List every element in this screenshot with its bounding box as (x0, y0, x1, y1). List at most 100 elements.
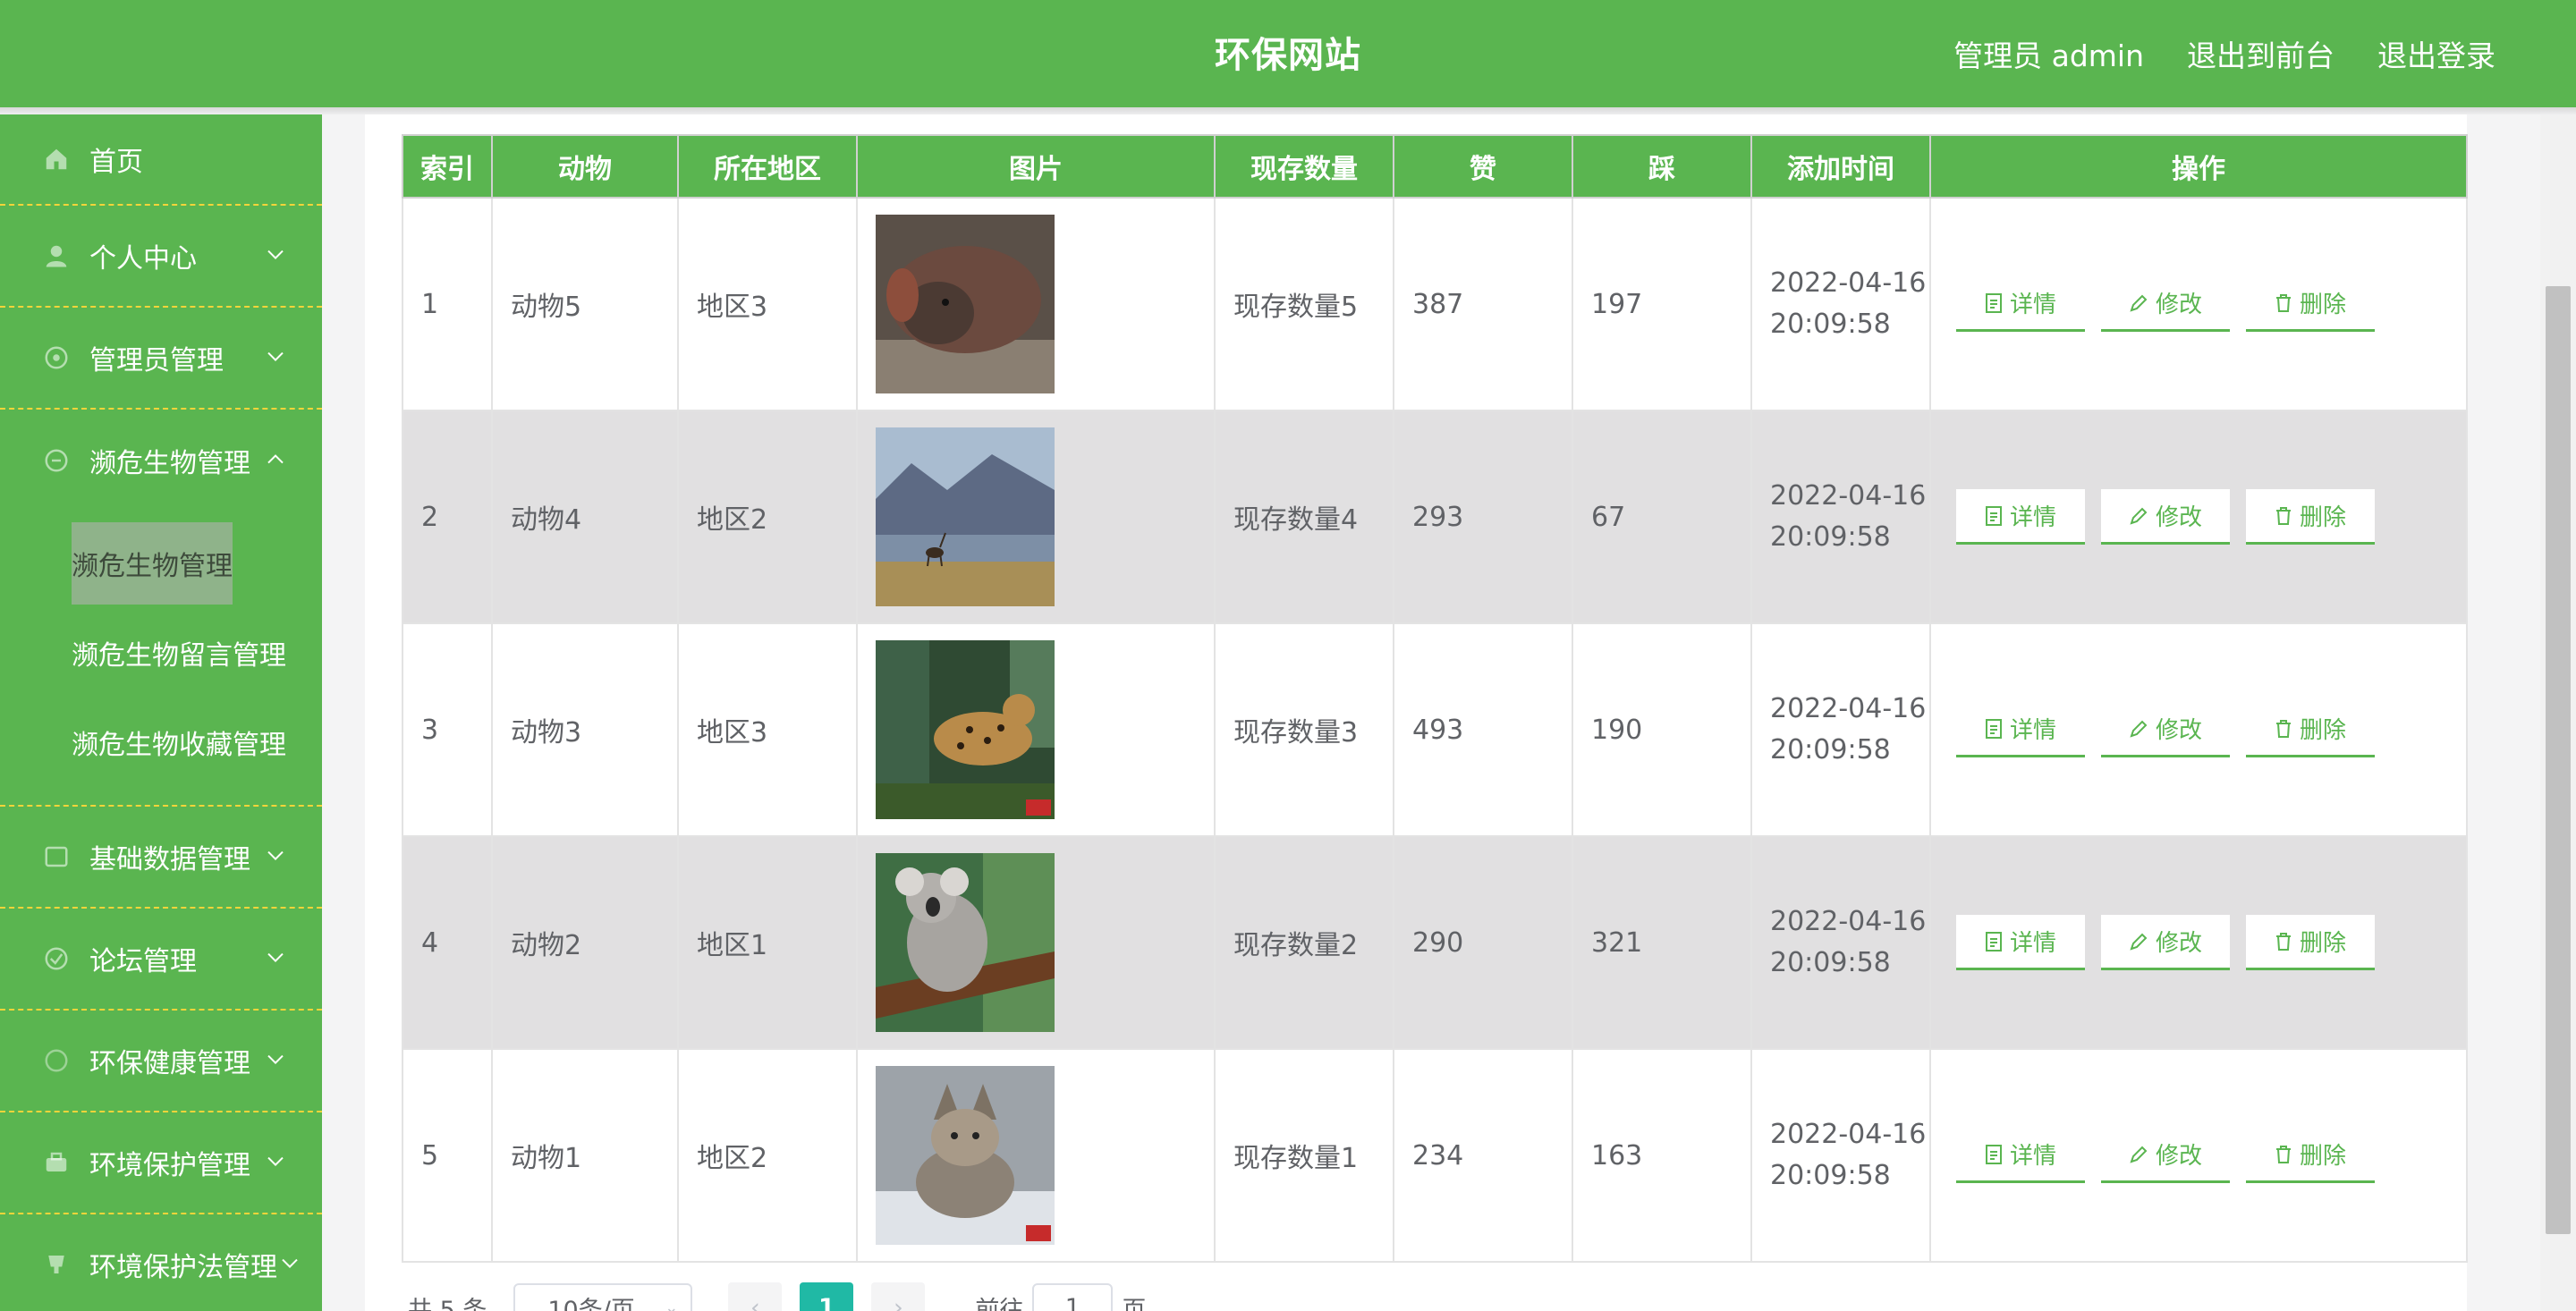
submenu-item-species-management[interactable]: 濒危生物管理 (0, 519, 322, 608)
sidebar-item-env-law[interactable]: 环境保护法管理 (0, 1214, 322, 1311)
submenu-item-species-favorites[interactable]: 濒危生物收藏管理 (0, 698, 322, 787)
actions-cell: 详情 修改 删除 (1929, 1048, 2468, 1263)
detail-button[interactable]: 详情 (1956, 1128, 2085, 1183)
pencil-icon (2129, 932, 2148, 952)
sidebar-item-admin-management[interactable]: 管理员管理 (0, 308, 322, 410)
index-cell: 1 (402, 197, 493, 411)
sidebar-item-forum[interactable]: 论坛管理 (0, 909, 322, 1011)
pagination-total: 共 5 条 (408, 1296, 487, 1311)
animal-cell: 动物4 (491, 410, 679, 624)
page-number-current[interactable]: 1 (800, 1282, 854, 1311)
antelope-photo[interactable] (876, 427, 1055, 606)
region-cell: 地区3 (677, 622, 858, 837)
top-header: 环保网站 管理员 admin 退出到前台 退出登录 (0, 0, 2576, 107)
prev-page-button[interactable]: ‹ (728, 1282, 783, 1311)
region-cell: 地区1 (677, 835, 858, 1050)
delete-button[interactable]: 删除 (2246, 1128, 2375, 1183)
table-row[interactable]: 5 动物1 地区2 现存数量1 234 163 2022-04-16 20:09… (402, 1048, 2468, 1263)
sidebar-item-label: 基础数据管理 (89, 844, 250, 875)
sidebar-item-env-protection[interactable]: 环境保护管理 (0, 1112, 322, 1214)
submenu-item-label: 濒危生物留言管理 (72, 640, 286, 672)
delete-button[interactable]: 删除 (2246, 702, 2375, 757)
added-time-cell: 2022-04-16 20:09:58 (1750, 197, 1931, 411)
logout-link[interactable]: 退出登录 (2377, 32, 2496, 75)
column-header[interactable]: 动物 (491, 134, 679, 199)
added-time: 20:09:58 (1770, 947, 1891, 978)
chevron-down-icon (267, 1155, 284, 1168)
delete-button[interactable]: 删除 (2246, 915, 2375, 970)
next-page-button[interactable]: › (871, 1282, 926, 1311)
forum-icon (41, 943, 72, 974)
delete-button[interactable]: 删除 (2246, 489, 2375, 545)
submenu-item-label: 濒危生物管理 (72, 522, 233, 605)
edit-button-label: 修改 (2155, 930, 2202, 957)
edit-button[interactable]: 修改 (2101, 702, 2230, 757)
rhino-photo[interactable] (876, 215, 1055, 393)
detail-button[interactable]: 详情 (1956, 276, 2085, 332)
detail-button-label: 详情 (2009, 292, 2056, 318)
index-cell: 2 (402, 410, 493, 624)
dislikes-cell: 321 (1572, 835, 1752, 1050)
sidebar-item-endangered-species[interactable]: 濒危生物管理 (0, 410, 322, 512)
likes-cell: 493 (1393, 622, 1573, 837)
animal-cell: 动物1 (491, 1048, 679, 1263)
sidebar-item-eco-health[interactable]: 环保健康管理 (0, 1011, 322, 1112)
page-size-select[interactable]: 10条/页 ⌄ (513, 1283, 693, 1311)
edit-button-label: 修改 (2155, 504, 2202, 531)
exit-to-front-link[interactable]: 退出到前台 (2187, 32, 2334, 75)
column-header[interactable]: 图片 (856, 134, 1216, 199)
column-header[interactable]: 添加时间 (1750, 134, 1931, 199)
pencil-icon (2129, 1145, 2148, 1164)
sidebar-item-basic-data[interactable]: 基础数据管理 (0, 807, 322, 909)
dislikes-cell: 197 (1572, 197, 1752, 411)
submenu-item-species-messages[interactable]: 濒危生物留言管理 (0, 608, 322, 698)
index-cell: 3 (402, 622, 493, 837)
sidebar-item-personal-center[interactable]: 个人中心 (0, 206, 322, 308)
edit-button[interactable]: 修改 (2101, 1128, 2230, 1183)
sidebar-item-label: 管理员管理 (89, 345, 224, 376)
table-row[interactable]: 1 动物5 地区3 现存数量5 387 197 2022-04-16 20:09… (402, 197, 2468, 411)
goto-page-input[interactable]: 1 (1032, 1283, 1114, 1311)
pagination: 共 5 条 10条/页 ⌄ ‹ 1 › 前往 1 页 (408, 1281, 1146, 1311)
edit-button[interactable]: 修改 (2101, 489, 2230, 545)
detail-button[interactable]: 详情 (1956, 915, 2085, 970)
column-header[interactable]: 现存数量 (1214, 134, 1394, 199)
column-header[interactable]: 操作 (1929, 134, 2468, 199)
table-row[interactable]: 4 动物2 地区1 现存数量2 290 321 2022-04-16 20:09… (402, 835, 2468, 1050)
column-header[interactable]: 所在地区 (677, 134, 858, 199)
edit-button[interactable]: 修改 (2101, 276, 2230, 332)
goto-label: 前往 (975, 1296, 1024, 1311)
added-time: 20:09:58 (1770, 1160, 1891, 1191)
likes-cell: 387 (1393, 197, 1573, 411)
detail-button-label: 详情 (2009, 930, 2056, 957)
pencil-icon (2129, 506, 2148, 526)
page-size-value: 10条/页 (547, 1296, 635, 1311)
dislikes-cell: 163 (1572, 1048, 1752, 1263)
column-header[interactable]: 踩 (1572, 134, 1752, 199)
detail-button[interactable]: 详情 (1956, 489, 2085, 545)
fox-photo[interactable] (876, 1066, 1055, 1245)
detail-button-label: 详情 (2009, 717, 2056, 744)
column-header[interactable]: 索引 (402, 134, 493, 199)
document-icon (1985, 505, 2003, 526)
admin-user-label[interactable]: 管理员 admin (1953, 32, 2144, 75)
edit-button[interactable]: 修改 (2101, 915, 2230, 970)
count-cell: 现存数量2 (1214, 835, 1394, 1050)
image-cell (856, 622, 1216, 837)
data-icon (41, 842, 72, 872)
leopard-photo[interactable] (876, 640, 1055, 819)
column-header[interactable]: 赞 (1393, 134, 1573, 199)
edit-button-label: 修改 (2155, 292, 2202, 318)
table-row[interactable]: 3 动物3 地区3 现存数量3 493 190 2022-04-16 20:09… (402, 622, 2468, 837)
detail-button[interactable]: 详情 (1956, 702, 2085, 757)
sidebar-item-home[interactable]: 首页 (0, 114, 322, 206)
scrollbar-thumb[interactable] (2546, 286, 2571, 1234)
table-row[interactable]: 2 动物4 地区2 现存数量4 293 67 2022-04-16 20:09:… (402, 410, 2468, 624)
added-time: 20:09:58 (1770, 521, 1891, 553)
added-date: 2022-04-16 (1770, 1119, 1927, 1150)
koala-photo[interactable] (876, 853, 1055, 1032)
chevron-down-icon (267, 952, 284, 964)
chevron-down-icon (267, 1053, 284, 1066)
pencil-icon (2129, 719, 2148, 739)
delete-button[interactable]: 删除 (2246, 276, 2375, 332)
